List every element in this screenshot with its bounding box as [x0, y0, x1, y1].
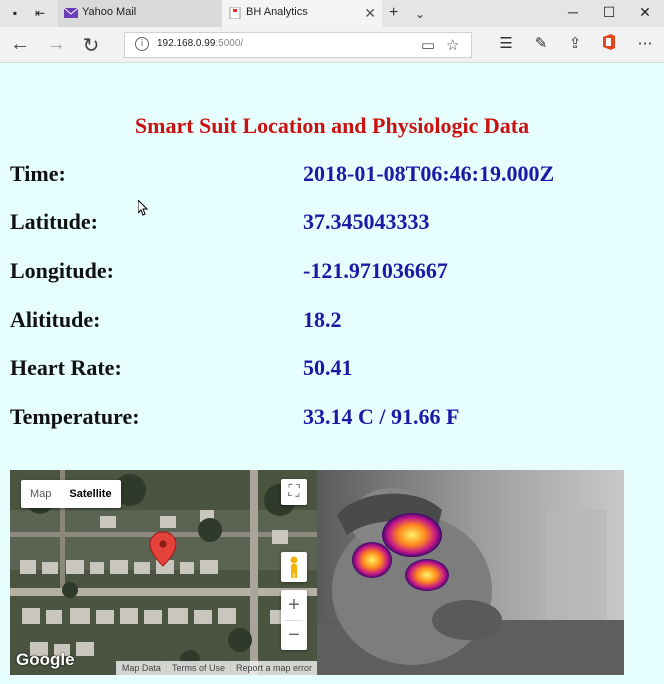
reading-view-icon[interactable]: ▭ — [421, 36, 435, 54]
back-arrow-icon[interactable]: ← — [8, 33, 32, 56]
zoom-divider — [285, 620, 303, 621]
url-text: 192.168.0.99:5000/ — [157, 38, 244, 49]
street-view-pegman-icon[interactable] — [281, 552, 307, 582]
set-aside-tabs-icon[interactable]: ⇤ — [33, 6, 47, 20]
tab-label: BH Analytics — [246, 6, 308, 18]
map-data-link[interactable]: Map Data — [115, 661, 166, 675]
latitude-label: Latitude: — [10, 209, 98, 234]
time-value: 2018-01-08T06:46:19.000Z — [303, 161, 555, 186]
map-footer: Map Data Terms of Use Report a map error — [115, 661, 317, 675]
map-type-control: Map Satellite — [21, 480, 121, 508]
browser-titlebar: ▪ ⇤ Yahoo Mail BH Analytics ✕ + ⌄ ─ ☐ ✕ — [0, 0, 664, 27]
tab-bh-analytics[interactable]: BH Analytics ✕ — [222, 0, 382, 27]
share-icon[interactable]: ⇪ — [564, 34, 586, 52]
thermal-camera-image — [317, 470, 624, 675]
temperature-value: 33.14 C / 91.66 F — [303, 404, 460, 429]
altitude-label: Alititude: — [10, 307, 101, 332]
longitude-value: -121.971036667 — [303, 258, 448, 283]
page-icon — [229, 7, 241, 19]
google-logo: Google — [16, 650, 75, 669]
zoom-in-button[interactable]: + — [281, 590, 307, 620]
forward-arrow-icon[interactable]: → — [44, 33, 68, 56]
tab-manager-icon[interactable]: ▪ — [8, 6, 22, 20]
new-tab-icon[interactable]: + — [389, 4, 398, 22]
heart-rate-value: 50.41 — [303, 355, 353, 380]
temperature-label: Temperature: — [10, 404, 140, 429]
zoom-control: + − — [281, 590, 307, 650]
map-type-map-button[interactable]: Map — [21, 480, 60, 508]
time-label: Time: — [10, 161, 66, 186]
site-info-icon[interactable]: i — [135, 37, 149, 51]
heart-rate-label: Heart Rate: — [10, 355, 122, 380]
address-bar[interactable]: i 192.168.0.99:5000/ ▭ ☆ — [124, 32, 472, 58]
yahoo-mail-icon — [64, 7, 78, 18]
map-type-satellite-button[interactable]: Satellite — [60, 480, 120, 508]
browser-navbar: ← → ↻ i 192.168.0.99:5000/ ▭ ☆ ☰ ✎ ⇪ ⋯ — [0, 27, 664, 63]
close-window-icon[interactable]: ✕ — [635, 4, 655, 21]
satellite-map[interactable]: Map Satellite ⛶ + − Google Map Data Term… — [10, 470, 317, 675]
office-extension-icon[interactable] — [598, 34, 620, 54]
report-map-error-link[interactable]: Report a map error — [229, 661, 317, 675]
favorites-hub-icon[interactable]: ☰ — [495, 34, 517, 52]
zoom-out-button[interactable]: − — [281, 620, 307, 650]
mouse-cursor-icon — [138, 200, 148, 216]
maximize-icon[interactable]: ☐ — [599, 4, 619, 21]
refresh-icon[interactable]: ↻ — [79, 33, 103, 58]
tab-label: Yahoo Mail — [82, 6, 137, 18]
tab-yahoo-mail[interactable]: Yahoo Mail — [58, 0, 222, 27]
altitude-value: 18.2 — [303, 307, 342, 332]
minimize-icon[interactable]: ─ — [563, 4, 583, 20]
latitude-value: 37.345043333 — [303, 209, 430, 234]
fullscreen-icon[interactable]: ⛶ — [281, 479, 307, 505]
page-title: Smart Suit Location and Physiologic Data — [134, 113, 530, 138]
longitude-label: Longitude: — [10, 258, 114, 283]
terms-of-use-link[interactable]: Terms of Use — [165, 661, 230, 675]
favorite-star-icon[interactable]: ☆ — [446, 36, 459, 54]
tab-preview-chevron-icon[interactable]: ⌄ — [415, 7, 425, 21]
web-note-pen-icon[interactable]: ✎ — [530, 34, 552, 52]
more-menu-icon[interactable]: ⋯ — [634, 34, 656, 52]
close-tab-icon[interactable]: ✕ — [364, 5, 376, 22]
